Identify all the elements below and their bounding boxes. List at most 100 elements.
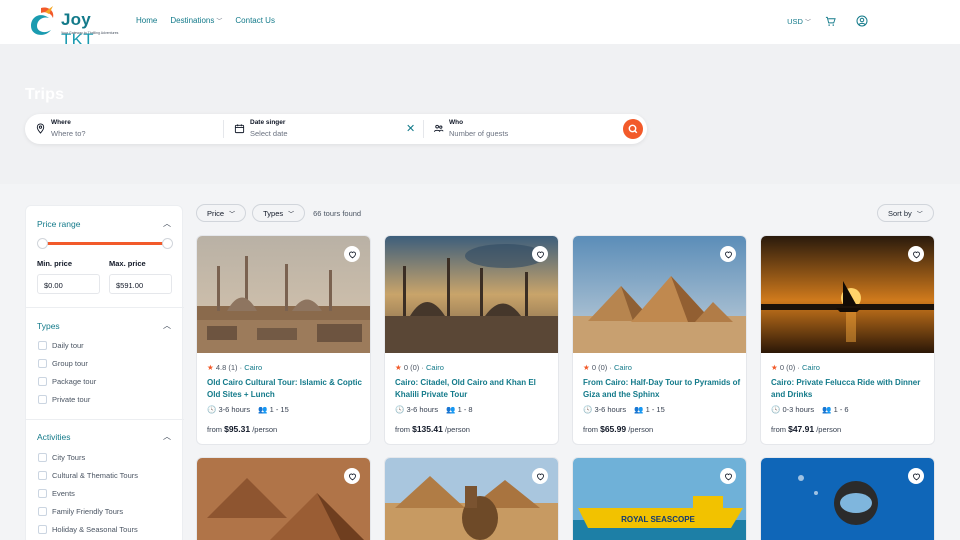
activity-option[interactable]: Cultural & Thematic Tours: [38, 471, 138, 480]
clear-date-icon[interactable]: ✕: [406, 122, 415, 135]
tour-card[interactable]: ★ 0 (0) · Cairo Cairo: Private Felucca R…: [760, 235, 935, 445]
price: from $135.41 /person: [395, 424, 470, 434]
price-filter-button[interactable]: Price ﹀: [196, 204, 247, 222]
duration: 🕓 3-6 hours: [207, 405, 251, 414]
chevron-up-icon[interactable]: ︿: [163, 218, 171, 229]
group-size: 👥 1 - 15: [634, 405, 665, 414]
checkbox[interactable]: [38, 507, 47, 516]
tour-card[interactable]: [384, 457, 559, 540]
tour-card[interactable]: [760, 457, 935, 540]
date-label: Date singer: [250, 119, 286, 126]
checkbox[interactable]: [38, 377, 47, 386]
where-field[interactable]: Where Where to?: [35, 118, 215, 140]
heart-icon[interactable]: [908, 246, 924, 262]
checkbox[interactable]: [38, 453, 47, 462]
tour-title[interactable]: Old Cairo Cultural Tour: Islamic & Copti…: [207, 377, 365, 400]
heart-icon[interactable]: [532, 468, 548, 484]
tour-card[interactable]: ★ 0 (0) · Cairo From Cairo: Half-Day Tou…: [572, 235, 747, 445]
heart-icon[interactable]: [720, 468, 736, 484]
price-slider-track[interactable]: [40, 242, 170, 245]
price-value: $65.99: [600, 424, 627, 434]
price-slider-max-handle[interactable]: [162, 238, 173, 249]
heart-icon[interactable]: [908, 468, 924, 484]
review-count: (0): [598, 363, 608, 372]
duration-value: 3-6 hours: [218, 405, 251, 414]
tour-title[interactable]: Cairo: Private Felucca Ride with Dinner …: [771, 377, 929, 400]
location-link[interactable]: Cairo: [802, 363, 820, 372]
type-option-label: Package tour: [52, 377, 97, 386]
location-link[interactable]: Cairo: [244, 363, 262, 372]
calendar-icon: [234, 124, 245, 134]
sort-by-label: Sort by: [888, 208, 912, 218]
price-unit: /person: [444, 425, 470, 434]
divider: [423, 120, 424, 138]
tour-card[interactable]: ★ 4.8 (1) · Cairo Old Cairo Cultural Tou…: [196, 235, 371, 445]
user-account-icon[interactable]: [856, 15, 868, 27]
location-link[interactable]: Cairo: [426, 363, 444, 372]
activity-option[interactable]: Holiday & Seasonal Tours: [38, 525, 138, 534]
date-field[interactable]: Date singer Select date: [234, 118, 394, 140]
checkbox[interactable]: [38, 489, 47, 498]
chevron-up-icon[interactable]: ︿: [163, 320, 171, 331]
location-link[interactable]: Cairo: [614, 363, 632, 372]
heart-icon[interactable]: [720, 246, 736, 262]
where-input[interactable]: Where to?: [51, 129, 86, 138]
rating-value: 0: [779, 363, 784, 372]
chevron-up-icon[interactable]: ︿: [163, 431, 171, 442]
group-size-value: 1 - 15: [269, 405, 289, 414]
who-input[interactable]: Number of guests: [449, 129, 508, 138]
max-price-input[interactable]: $591.00: [109, 274, 172, 294]
currency-label: USD: [787, 16, 803, 26]
heart-icon[interactable]: [344, 468, 360, 484]
nav-destinations[interactable]: Destinations ﹀: [170, 16, 222, 25]
checkbox[interactable]: [38, 359, 47, 368]
type-option[interactable]: Group tour: [38, 359, 88, 368]
sort-by-button[interactable]: Sort by ﹀: [877, 204, 934, 222]
who-field[interactable]: Who Number of guests: [433, 118, 603, 140]
rating: ★ 4.8 (1) · Cairo: [207, 363, 263, 372]
nav-contact[interactable]: Contact Us: [235, 16, 275, 25]
tour-card[interactable]: [196, 457, 371, 540]
type-option[interactable]: Package tour: [38, 377, 96, 386]
checkbox[interactable]: [38, 341, 47, 350]
review-count: (1): [228, 363, 238, 372]
nav-home[interactable]: Home: [136, 16, 157, 25]
heart-icon[interactable]: [344, 246, 360, 262]
currency-selector[interactable]: USD ﹀: [787, 17, 811, 26]
search-button[interactable]: [623, 119, 643, 139]
tour-card[interactable]: ROYAL SEASCOPE: [572, 457, 747, 540]
type-option[interactable]: Daily tour: [38, 341, 84, 350]
min-price-input[interactable]: $0.00: [37, 274, 100, 294]
activity-option[interactable]: City Tours: [38, 453, 85, 462]
price-prefix: from: [395, 425, 410, 434]
divider: [26, 419, 184, 420]
activity-option[interactable]: Family Friendly Tours: [38, 507, 123, 516]
price-slider-min-handle[interactable]: [37, 238, 48, 249]
header-actions: USD ﹀: [787, 15, 868, 27]
type-option[interactable]: Private tour: [38, 395, 90, 404]
heart-icon[interactable]: [532, 246, 548, 262]
nav-destinations-label: Destinations: [170, 16, 215, 25]
checkbox[interactable]: [38, 471, 47, 480]
rating: ★ 0 (0) · Cairo: [583, 363, 632, 372]
types-filter-button[interactable]: Types ﹀: [252, 204, 306, 222]
results-toolbar: Price ﹀ Types ﹀ 66 tours found: [196, 204, 361, 222]
duration: 🕓 3-6 hours: [395, 405, 439, 414]
tour-title[interactable]: From Cairo: Half-Day Tour to Pyramids of…: [583, 377, 741, 400]
tour-title[interactable]: Cairo: Citadel, Old Cairo and Khan El Kh…: [395, 377, 553, 400]
group-size-value: 1 - 6: [833, 405, 849, 414]
who-label: Who: [449, 119, 464, 126]
tour-card[interactable]: ★ 0 (0) · Cairo Cairo: Citadel, Old Cair…: [384, 235, 559, 445]
types-filter-label: Types: [263, 208, 284, 218]
group-size-value: 1 - 15: [645, 405, 665, 414]
boat-name-text: ROYAL SEASCOPE: [621, 515, 695, 524]
price-value: $95.31: [224, 424, 251, 434]
cart-icon[interactable]: [825, 16, 836, 27]
activity-option-label: Family Friendly Tours: [52, 507, 124, 516]
checkbox[interactable]: [38, 395, 47, 404]
star-icon: ★: [395, 363, 402, 372]
checkbox[interactable]: [38, 525, 47, 534]
logo[interactable]: Joy TKT Your Gateway to Thrilling Advent…: [27, 4, 127, 49]
activity-option[interactable]: Events: [38, 489, 75, 498]
date-input[interactable]: Select date: [250, 129, 288, 138]
